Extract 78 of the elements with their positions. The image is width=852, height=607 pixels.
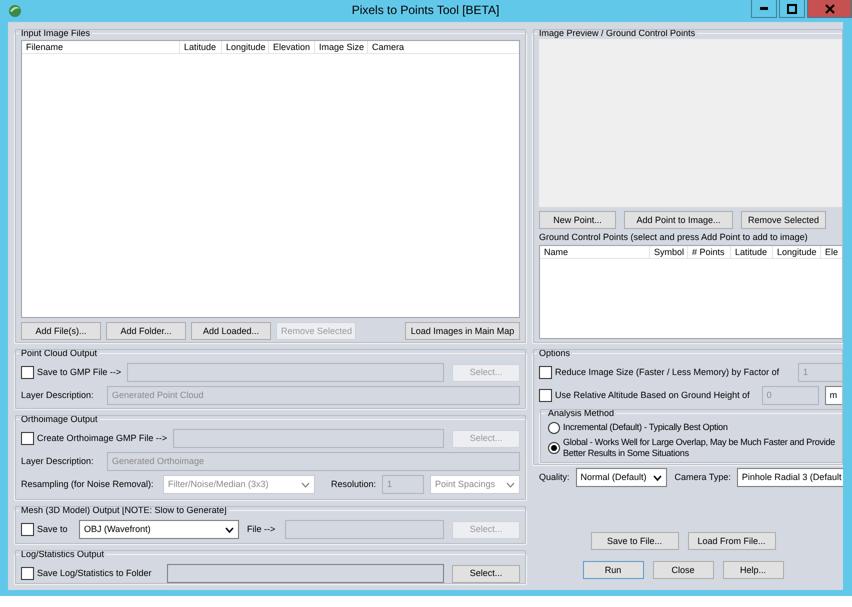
column-header[interactable]: Image Size xyxy=(315,41,368,53)
save-mesh-checkbox[interactable]: Save to xyxy=(21,523,73,536)
dialog-button[interactable]: Close xyxy=(652,561,714,579)
file-path-field[interactable] xyxy=(285,520,444,539)
maximize-button[interactable] xyxy=(779,0,805,18)
field-label: Resolution: xyxy=(331,479,376,490)
orthoimage-checkbox[interactable]: Create Orthoimage GMP File --> xyxy=(21,432,168,445)
column-header[interactable]: Filename xyxy=(22,41,180,53)
group-title: Log/Statistics Output xyxy=(20,549,106,560)
caret-icon xyxy=(506,482,515,488)
file-path-field[interactable] xyxy=(173,429,444,448)
group-title: Input Image Files xyxy=(20,28,92,39)
field-label: Layer Description: xyxy=(21,456,95,467)
group-title: Mesh (3D Model) Output [NOTE: Slow to Generate] xyxy=(20,505,228,516)
folder-path-field[interactable] xyxy=(167,564,444,583)
save-gmp-checkbox[interactable]: Save to GMP File --> xyxy=(21,366,122,379)
file-action-button[interactable]: Save to File... xyxy=(590,532,678,550)
window-title: Pixels to Points Tool [BETA] xyxy=(352,3,500,18)
control-points-table[interactable]: Name Symbol # Points Latitude Longitude Ele xyxy=(539,245,843,339)
minimize-button[interactable] xyxy=(751,0,777,18)
maximize-icon xyxy=(787,4,797,14)
close-icon xyxy=(824,4,834,14)
close-button[interactable] xyxy=(807,0,852,18)
gcp-label: Ground Control Points (select and press Add Point to add to image) xyxy=(539,232,808,242)
checkbox[interactable] xyxy=(21,567,34,580)
group-title: Analysis Method xyxy=(547,408,616,419)
image-files-table[interactable]: Filename Latitude Longitude Elevation Image Size Camera xyxy=(21,40,520,318)
group-title: Orthoimage Output xyxy=(20,414,99,425)
save-log-checkbox[interactable]: Save Log/Statistics to Folder xyxy=(21,567,161,580)
field-label: File --> xyxy=(247,524,276,535)
group-title: Point Cloud Output xyxy=(20,348,98,359)
quality-dropdown[interactable]: Normal (Default) xyxy=(576,468,667,487)
dialog-button[interactable]: Help... xyxy=(722,561,784,579)
caret-icon xyxy=(652,474,662,480)
caret-icon xyxy=(225,526,234,532)
field-label: Camera Type: xyxy=(674,472,731,483)
radio-button[interactable] xyxy=(548,442,560,454)
point-button[interactable]: New Point... xyxy=(539,211,616,229)
checkbox[interactable] xyxy=(21,366,34,379)
minimize-icon xyxy=(760,7,768,10)
select-button[interactable]: Select... xyxy=(452,564,520,582)
checkbox[interactable] xyxy=(21,432,34,445)
relative-altitude-checkbox[interactable]: Use Relative Altitude Based on Ground Height of xyxy=(539,389,750,402)
column-header[interactable]: Name xyxy=(540,246,650,258)
checkbox[interactable] xyxy=(21,523,34,536)
load-map-button[interactable]: Load Images in Main Map xyxy=(405,322,520,340)
radio-button[interactable] xyxy=(548,422,560,434)
group-title: Options xyxy=(538,348,572,359)
field-label: Layer Description: xyxy=(21,390,95,401)
column-header[interactable]: Longitude xyxy=(773,246,821,258)
column-header[interactable]: Ele xyxy=(821,246,843,258)
checkbox[interactable] xyxy=(539,389,552,402)
file-button[interactable]: Add Loaded... xyxy=(191,322,271,340)
column-header[interactable]: Camera xyxy=(368,41,519,53)
column-header[interactable]: Latitude xyxy=(731,246,773,258)
camera-type-dropdown[interactable]: Pinhole Radial 3 (Default xyxy=(736,468,843,487)
caret-icon xyxy=(301,482,310,488)
file-button[interactable]: Add File(s)... xyxy=(21,322,101,340)
file-action-button[interactable]: Load From File... xyxy=(688,532,776,550)
column-header[interactable]: Latitude xyxy=(180,41,222,53)
field-label: Resampling (for Noise Removal): xyxy=(21,479,155,490)
column-header[interactable]: Elevation xyxy=(269,41,315,53)
checkbox[interactable] xyxy=(539,366,552,379)
format-dropdown[interactable]: OBJ (Wavefront) xyxy=(79,520,239,539)
column-header[interactable]: Longitude xyxy=(222,41,269,53)
column-header[interactable]: # Points xyxy=(688,246,731,258)
point-button[interactable]: Remove Selected xyxy=(741,211,826,229)
column-header[interactable]: Symbol xyxy=(650,246,688,258)
app-icon xyxy=(8,4,22,18)
method-radio[interactable]: Incremental (Default) - Typically Best Option xyxy=(548,422,843,434)
unit-dropdown[interactable]: m xyxy=(824,386,843,405)
method-radio[interactable]: Global - Works Well for Large Overlap, May be Much Faster and Provide Better Results in Some Situations xyxy=(548,437,843,459)
reduce-size-checkbox[interactable]: Reduce Image Size (Faster / Less Memory) by Factor of xyxy=(539,366,780,379)
file-button[interactable]: Add Folder... xyxy=(106,322,186,340)
field-label: Quality: xyxy=(539,472,570,483)
file-path-field[interactable] xyxy=(127,363,444,382)
point-button[interactable]: Add Point to Image... xyxy=(624,211,733,229)
dialog-button[interactable]: Run xyxy=(582,561,644,579)
